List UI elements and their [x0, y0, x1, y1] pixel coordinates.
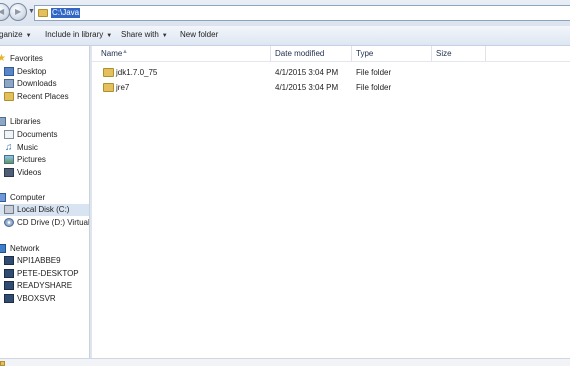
column-header-label: Size — [436, 49, 452, 58]
nav-item-label: Documents — [17, 130, 58, 139]
nav-group-favorites[interactable]: ★ Favorites — [0, 53, 89, 65]
navigation-pane: ★ Favorites Desktop Downloads Recent Pla… — [0, 46, 89, 358]
column-header-label: Date modified — [275, 49, 325, 58]
file-date-modified: 4/1/2015 3:04 PM — [275, 68, 339, 77]
videos-icon — [4, 168, 14, 177]
nav-item-music[interactable]: ♫ Music — [0, 142, 89, 154]
include-in-library-label: Include in library — [45, 30, 104, 39]
include-in-library-button[interactable]: Include in library ▼ — [45, 30, 112, 39]
new-folder-label: New folder — [180, 30, 219, 39]
nav-item-downloads[interactable]: Downloads — [0, 78, 89, 90]
nav-item-pictures[interactable]: Pictures — [0, 154, 89, 166]
nav-group-computer[interactable]: Computer — [0, 192, 89, 204]
file-name: jdk1.7.0_75 — [116, 68, 158, 77]
new-folder-button[interactable]: New folder — [180, 30, 218, 39]
nav-item-label: VBOXSVR — [17, 294, 56, 303]
folder-icon — [103, 83, 114, 92]
favorites-star-icon: ★ — [0, 53, 6, 64]
file-type: File folder — [356, 83, 392, 92]
address-bar: ◀ ▶ ▼ C:\Java — [0, 0, 570, 27]
network-computer-icon — [4, 256, 14, 265]
nav-item-label: Music — [17, 143, 38, 152]
file-row[interactable]: jdk1.7.0_75 4/1/2015 3:04 PM File folder — [92, 65, 570, 80]
nav-item-label: PETE-DESKTOP — [17, 269, 79, 278]
nav-item-label: Downloads — [17, 79, 57, 88]
forward-button[interactable]: ▶ — [9, 3, 27, 21]
column-header-label: Name — [101, 49, 123, 58]
nav-group-network[interactable]: Network — [0, 243, 89, 255]
chevron-down-icon: ▼ — [161, 33, 168, 39]
column-header-row: Name ▲ Date modified Type Size — [92, 46, 570, 62]
folder-icon — [0, 361, 5, 366]
organize-button[interactable]: ganize ▼ — [0, 30, 32, 39]
nav-item-label: Videos — [17, 168, 42, 177]
nav-item-label: Pictures — [17, 155, 46, 164]
chevron-down-icon: ▼ — [25, 33, 32, 39]
column-header-type[interactable]: Type — [352, 46, 432, 61]
nav-item-desktop[interactable]: Desktop — [0, 66, 89, 78]
nav-item-label: Local Disk (C:) — [17, 205, 70, 214]
music-icon: ♫ — [5, 142, 13, 153]
file-row[interactable]: jre7 4/1/2015 3:04 PM File folder — [92, 80, 570, 95]
address-path[interactable]: C:\Java — [51, 8, 81, 18]
network-computer-icon — [4, 294, 14, 303]
file-date-modified: 4/1/2015 3:04 PM — [275, 83, 339, 92]
nav-group-libraries[interactable]: Libraries — [0, 116, 89, 128]
column-header-date-modified[interactable]: Date modified — [271, 46, 352, 61]
nav-group-label: Libraries — [10, 117, 41, 126]
recent-places-icon — [4, 92, 14, 101]
desktop-icon — [4, 67, 14, 76]
share-with-button[interactable]: Share with ▼ — [121, 30, 168, 39]
nav-item-label: Desktop — [17, 67, 47, 76]
file-type: File folder — [356, 68, 392, 77]
sort-ascending-icon: ▲ — [122, 49, 128, 55]
back-arrow-icon: ◀ — [0, 7, 5, 16]
nav-group-label: Favorites — [10, 54, 43, 63]
nav-item-vboxsvr[interactable]: VBOXSVR — [0, 293, 89, 305]
chevron-down-icon: ▼ — [106, 33, 113, 39]
computer-icon — [0, 193, 6, 202]
libraries-icon — [0, 117, 6, 126]
downloads-icon — [4, 79, 14, 88]
nav-item-local-disk[interactable]: Local Disk (C:) — [0, 204, 89, 216]
cd-drive-icon — [4, 218, 14, 227]
column-header-size[interactable]: Size — [432, 46, 486, 61]
file-name: jre7 — [116, 83, 130, 92]
nav-item-cd-drive[interactable]: CD Drive (D:) VirtualBo — [0, 217, 89, 229]
nav-group-label: Computer — [10, 193, 46, 202]
forward-arrow-icon: ▶ — [15, 7, 22, 16]
documents-icon — [4, 130, 14, 139]
folder-icon — [103, 68, 114, 77]
nav-item-label: NPI1ABBE9 — [17, 256, 61, 265]
share-with-label: Share with — [121, 30, 159, 39]
pictures-icon — [4, 155, 14, 164]
nav-item-readyshare[interactable]: READYSHARE — [0, 280, 89, 292]
nav-group-label: Network — [10, 244, 40, 253]
nav-item-recent-places[interactable]: Recent Places — [0, 91, 89, 103]
nav-item-videos[interactable]: Videos — [0, 167, 89, 179]
command-bar: ganize ▼ Include in library ▼ Share with ▼ … — [0, 26, 570, 46]
network-icon — [0, 244, 6, 253]
nav-item-label: READYSHARE — [17, 281, 73, 290]
column-header-name[interactable]: Name ▲ — [92, 46, 271, 61]
address-field[interactable]: C:\Java — [34, 5, 570, 21]
disk-icon — [4, 205, 14, 214]
nav-item-pete-desktop[interactable]: PETE-DESKTOP — [0, 268, 89, 280]
network-computer-icon — [4, 281, 14, 290]
nav-item-label: CD Drive (D:) VirtualBo — [17, 218, 89, 227]
folder-icon — [38, 9, 48, 17]
nav-item-documents[interactable]: Documents — [0, 129, 89, 141]
network-computer-icon — [4, 269, 14, 278]
column-header-label: Type — [356, 49, 374, 58]
nav-item-npi1abbe9[interactable]: NPI1ABBE9 — [0, 255, 89, 267]
nav-item-label: Recent Places — [17, 92, 69, 101]
file-list-pane: Name ▲ Date modified Type Size jdk1.7.0_… — [92, 46, 570, 358]
organize-label: ganize — [0, 30, 23, 39]
